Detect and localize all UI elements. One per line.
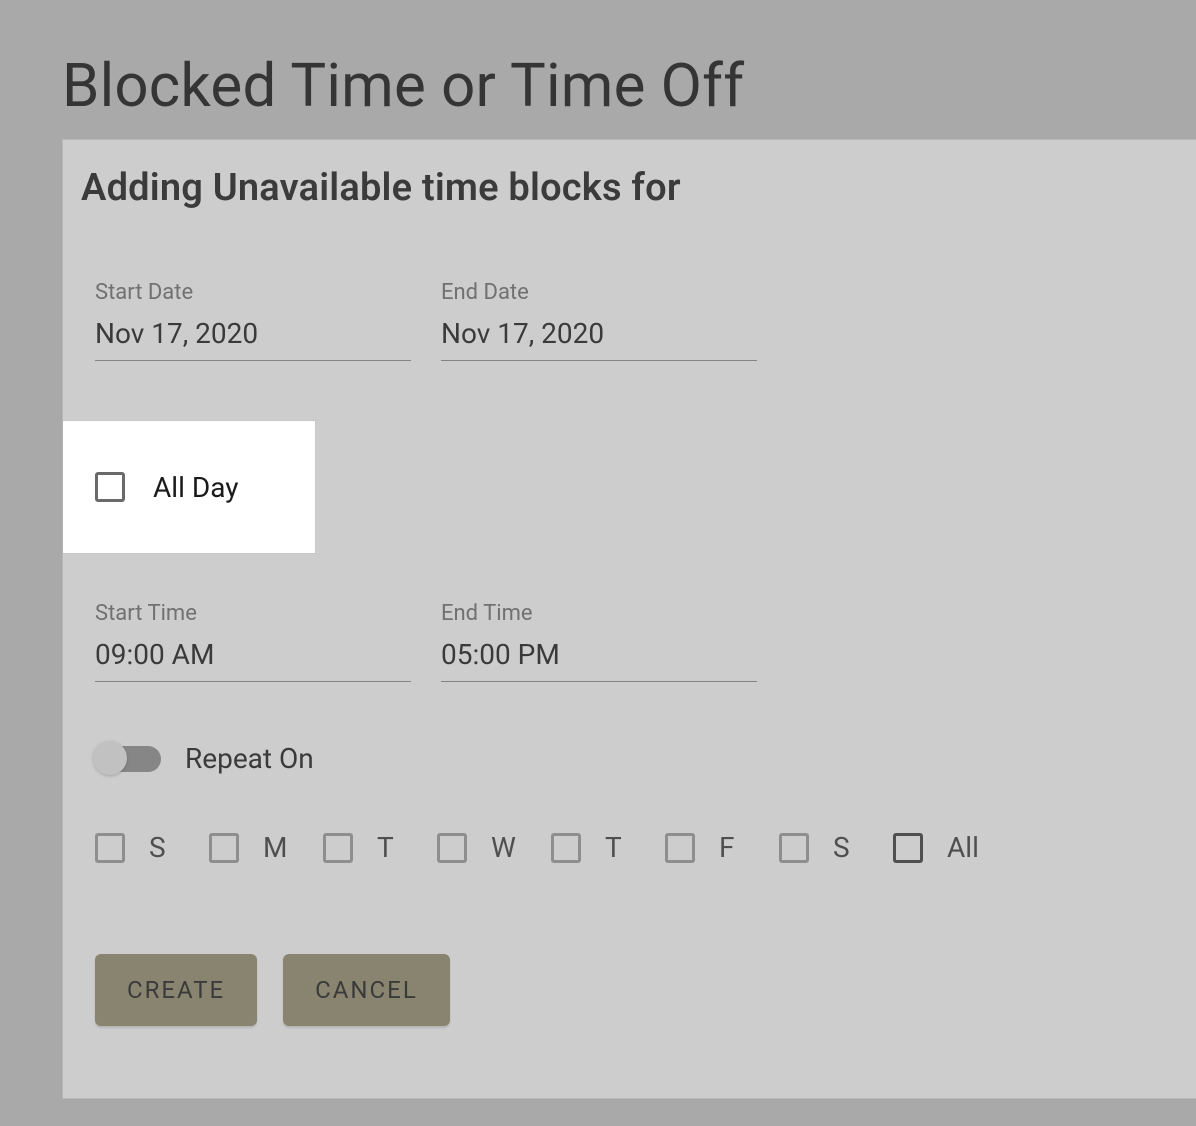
day-all-label: All bbox=[947, 831, 979, 864]
day-sun-label: S bbox=[149, 831, 179, 864]
page-title: Blocked Time or Time Off bbox=[62, 0, 1196, 139]
start-date-input[interactable] bbox=[95, 311, 411, 361]
day-thu-label: T bbox=[605, 831, 635, 864]
start-time-input[interactable] bbox=[95, 632, 411, 682]
end-date-field: End Date bbox=[441, 280, 757, 361]
day-mon-label: M bbox=[263, 831, 293, 864]
date-row: Start Date End Date bbox=[81, 280, 1196, 361]
day-sun: S bbox=[95, 831, 179, 864]
end-date-input[interactable] bbox=[441, 311, 757, 361]
day-mon-checkbox[interactable] bbox=[209, 833, 239, 863]
cancel-button[interactable]: CANCEL bbox=[283, 954, 450, 1026]
day-sat-checkbox[interactable] bbox=[779, 833, 809, 863]
all-day-label: All Day bbox=[153, 471, 238, 504]
day-tue-checkbox[interactable] bbox=[323, 833, 353, 863]
days-row: S M T W T F S bbox=[81, 831, 1196, 864]
end-time-input[interactable] bbox=[441, 632, 757, 682]
day-all-checkbox[interactable] bbox=[893, 833, 923, 863]
form-panel: Adding Unavailable time blocks for Start… bbox=[62, 139, 1196, 1099]
day-thu-checkbox[interactable] bbox=[551, 833, 581, 863]
day-wed: W bbox=[437, 831, 521, 864]
end-time-label: End Time bbox=[441, 601, 757, 626]
panel-subtitle: Adding Unavailable time blocks for bbox=[81, 166, 1196, 210]
day-fri-label: F bbox=[719, 831, 749, 864]
repeat-toggle[interactable] bbox=[95, 746, 161, 772]
day-sun-checkbox[interactable] bbox=[95, 833, 125, 863]
start-time-field: Start Time bbox=[95, 601, 411, 682]
day-mon: M bbox=[209, 831, 293, 864]
day-fri-checkbox[interactable] bbox=[665, 833, 695, 863]
buttons-row: CREATE CANCEL bbox=[81, 954, 1196, 1026]
page-container: Blocked Time or Time Off Adding Unavaila… bbox=[0, 0, 1196, 1099]
day-wed-checkbox[interactable] bbox=[437, 833, 467, 863]
toggle-knob-icon bbox=[93, 741, 127, 775]
day-fri: F bbox=[665, 831, 749, 864]
day-wed-label: W bbox=[491, 831, 521, 864]
end-time-field: End Time bbox=[441, 601, 757, 682]
repeat-row: Repeat On bbox=[81, 742, 1196, 775]
day-tue-label: T bbox=[377, 831, 407, 864]
day-sat-label: S bbox=[833, 831, 863, 864]
repeat-label: Repeat On bbox=[185, 742, 314, 775]
day-sat: S bbox=[779, 831, 863, 864]
start-date-label: Start Date bbox=[95, 280, 411, 305]
all-day-block: All Day bbox=[63, 421, 315, 553]
end-date-label: End Date bbox=[441, 280, 757, 305]
all-day-checkbox[interactable] bbox=[95, 472, 125, 502]
day-tue: T bbox=[323, 831, 407, 864]
start-date-field: Start Date bbox=[95, 280, 411, 361]
day-all: All bbox=[893, 831, 979, 864]
start-time-label: Start Time bbox=[95, 601, 411, 626]
time-row: Start Time End Time bbox=[81, 601, 1196, 682]
day-thu: T bbox=[551, 831, 635, 864]
create-button[interactable]: CREATE bbox=[95, 954, 257, 1026]
